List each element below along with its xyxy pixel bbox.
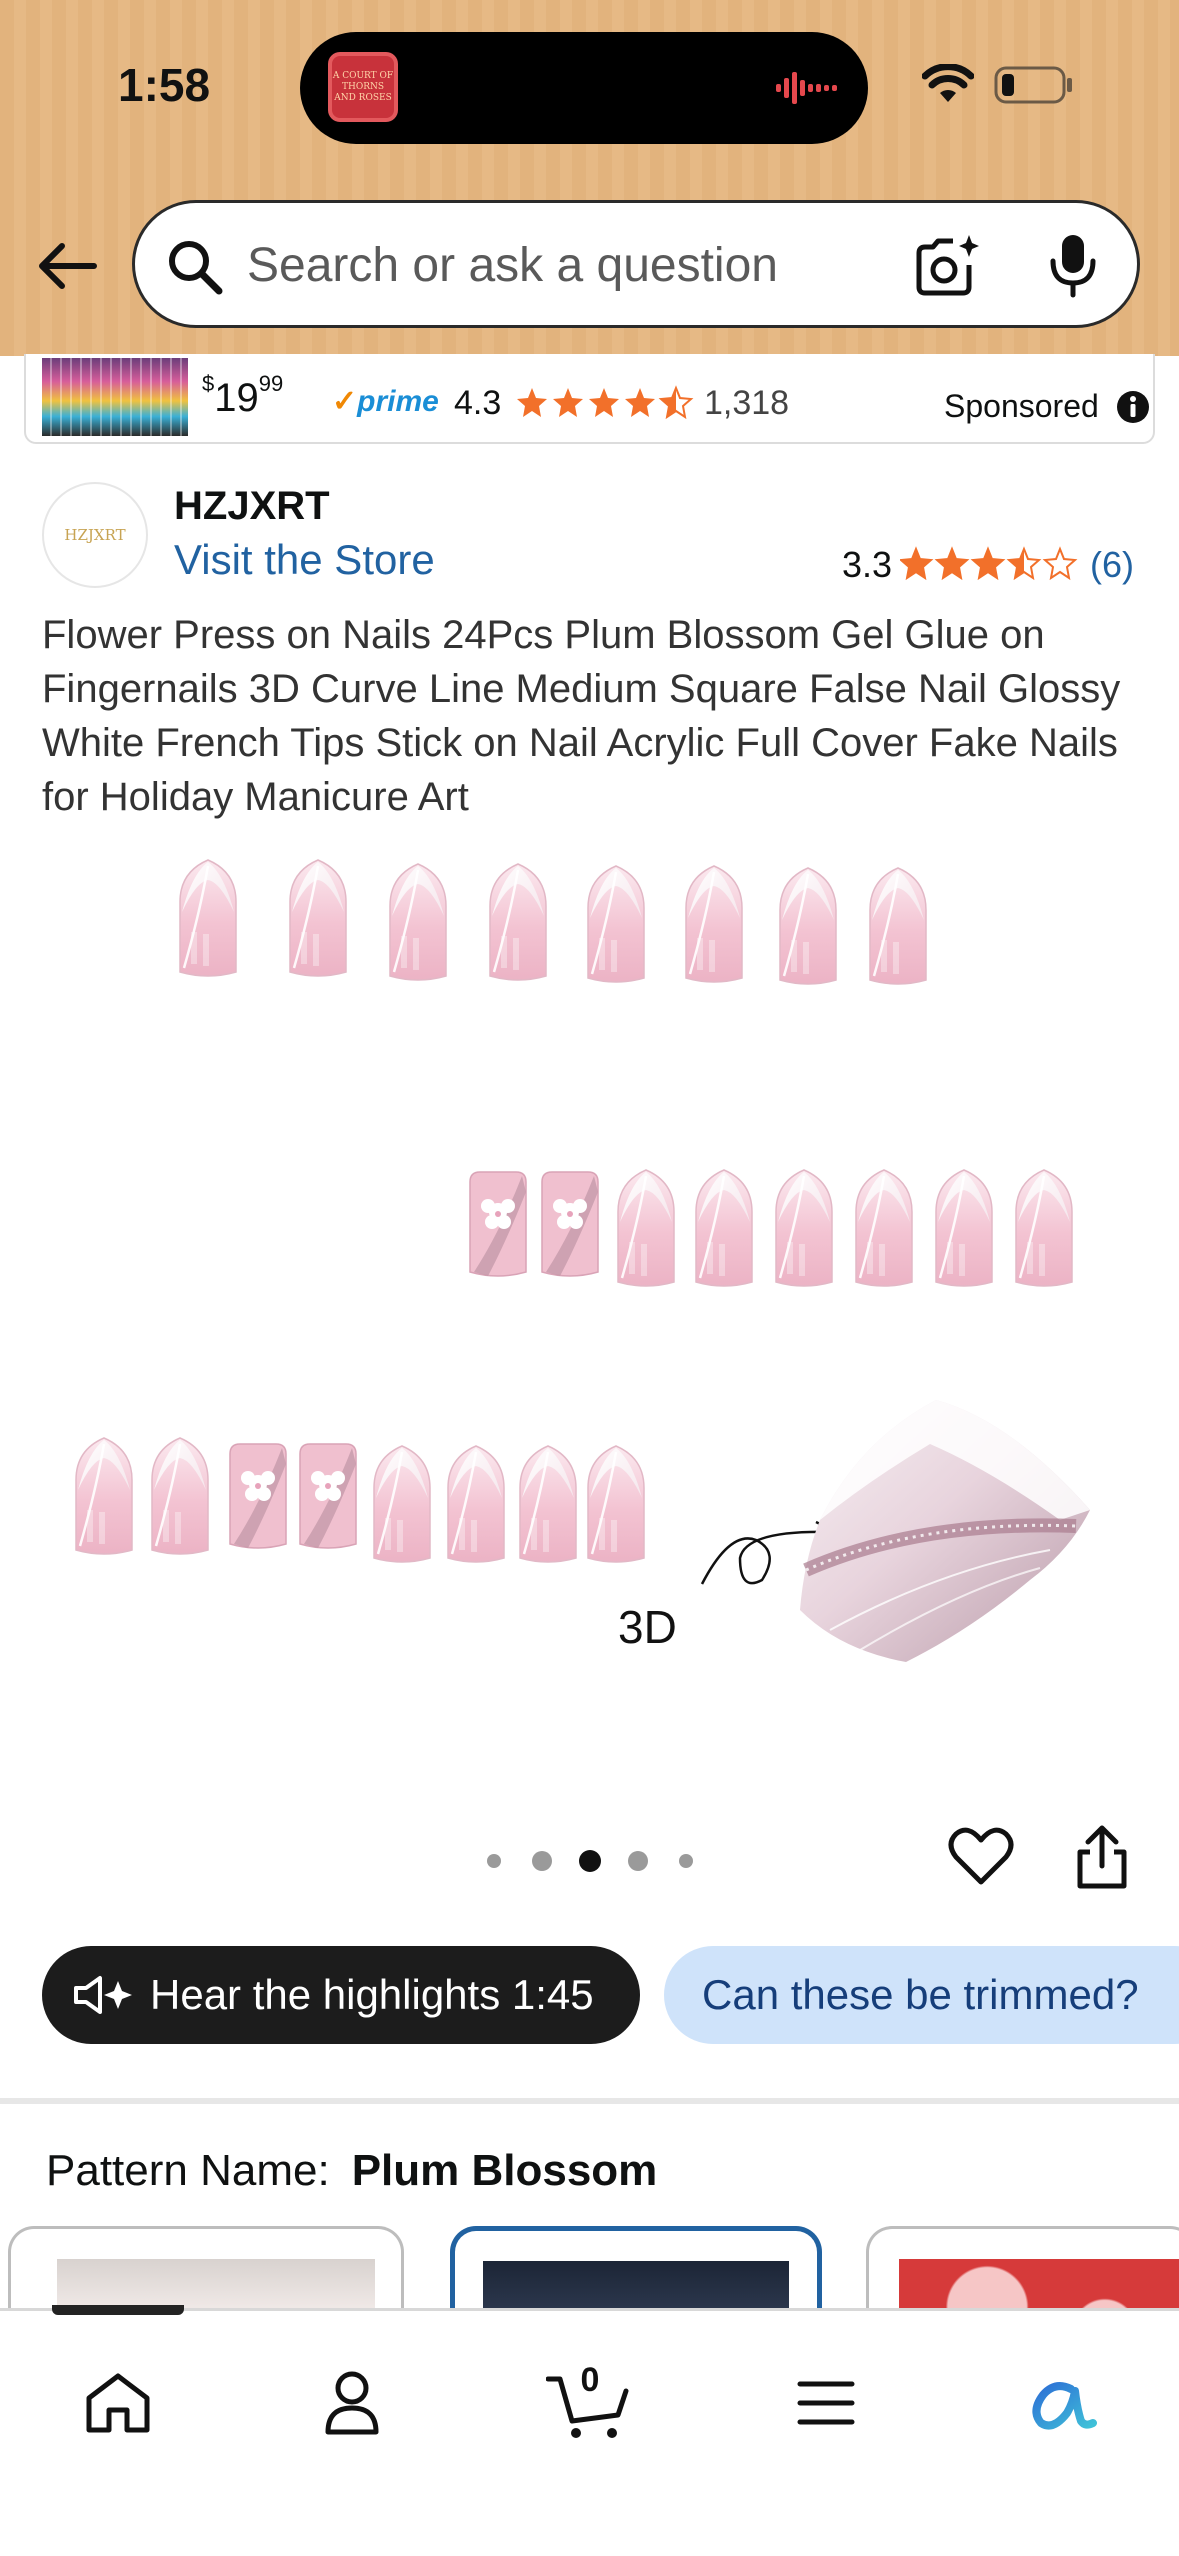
cart-count: 0 (580, 2361, 600, 2399)
brand-logo[interactable]: HZJXRT (42, 482, 148, 588)
sponsored-rating: 4.3 (454, 384, 502, 422)
nail-row-2 (469, 1170, 1072, 1286)
visit-store-link[interactable]: Visit the Store (174, 536, 435, 584)
price-fraction: 99 (258, 370, 284, 396)
home-icon (86, 2373, 150, 2433)
section-divider (0, 2098, 1179, 2104)
carousel-indicator[interactable] (478, 1846, 708, 1876)
hear-highlights-label: Hear the highlights 1:45 (150, 1971, 594, 2018)
nail-row-1 (180, 860, 926, 984)
header: 1:58 A COURT OF THORNS AND ROSES (0, 0, 1179, 356)
tab-rufus-ai[interactable] (1012, 2353, 1112, 2453)
product-rating-stars[interactable] (900, 542, 1082, 584)
now-playing-art-text: A COURT OF THORNS AND ROSES (332, 70, 394, 103)
info-icon[interactable] (1116, 390, 1150, 424)
bottom-tab-bar: 0 (0, 2305, 1179, 2556)
camera-search-icon[interactable] (913, 233, 981, 299)
account-icon (325, 2371, 379, 2435)
product-rating-score[interactable]: 3.3 (842, 544, 892, 586)
share-icon[interactable] (1074, 1822, 1130, 1890)
image-label-3d: 3D (618, 1601, 677, 1653)
hear-highlights-button[interactable]: Hear the highlights 1:45 (42, 1946, 640, 2044)
pattern-label: Pattern Name: (46, 2146, 330, 2195)
microphone-icon[interactable] (1045, 231, 1101, 299)
back-arrow-icon[interactable] (34, 240, 98, 292)
nail-closeup (800, 1400, 1090, 1662)
heart-icon[interactable] (948, 1826, 1014, 1888)
tab-home[interactable] (68, 2353, 168, 2453)
brand-logo-text: HZJXRT (64, 526, 126, 544)
rufus-ai-icon (1032, 2382, 1097, 2430)
sponsored-product-strip[interactable]: $1999 ✓prime 4.3 1,318 Sponsored (24, 354, 1155, 444)
prime-check-icon: ✓ (332, 385, 358, 418)
battery-icon (994, 66, 1072, 104)
audio-waveform-icon (776, 72, 837, 104)
suggested-question-label: Can these be trimmed? (702, 1971, 1139, 2018)
prime-label: prime (357, 385, 439, 418)
status-time: 1:58 (118, 59, 211, 111)
product-review-count[interactable]: (6) (1090, 544, 1134, 586)
nail-row-3 (76, 1438, 644, 1562)
now-playing-artwork[interactable]: A COURT OF THORNS AND ROSES (328, 52, 398, 122)
price-whole: 19 (214, 376, 259, 420)
sponsored-price: $1999 (202, 371, 283, 421)
tab-cart[interactable]: 0 (538, 2353, 638, 2453)
pattern-value: Plum Blossom (351, 2146, 658, 2195)
tab-account[interactable] (302, 2353, 402, 2453)
suggested-question-button[interactable]: Can these be trimmed? (664, 1946, 1179, 2044)
wifi-icon (922, 64, 974, 102)
search-bar[interactable] (132, 200, 1140, 328)
speaker-sparkle-icon (74, 1976, 132, 2014)
menu-icon (797, 2381, 855, 2425)
tab-menu[interactable] (776, 2353, 876, 2453)
sponsored-product-thumbnail[interactable] (42, 358, 188, 436)
brand-name: HZJXRT (174, 484, 330, 528)
sponsored-review-count: 1,318 (704, 384, 790, 422)
pattern-name-row: Pattern Name: Plum Blossom (46, 2146, 657, 2196)
product-title: Flower Press on Nails 24Pcs Plum Blossom… (42, 613, 1121, 819)
sponsored-label: Sponsored (944, 388, 1099, 424)
prime-badge: ✓prime (332, 384, 439, 419)
sponsored-rating-stars (517, 387, 692, 418)
product-image[interactable] (40, 840, 1140, 1760)
price-currency: $ (202, 370, 215, 396)
dynamic-island[interactable]: A COURT OF THORNS AND ROSES (300, 32, 868, 144)
search-input[interactable] (247, 231, 907, 299)
active-tab-indicator (52, 2305, 184, 2315)
search-icon (169, 241, 223, 295)
